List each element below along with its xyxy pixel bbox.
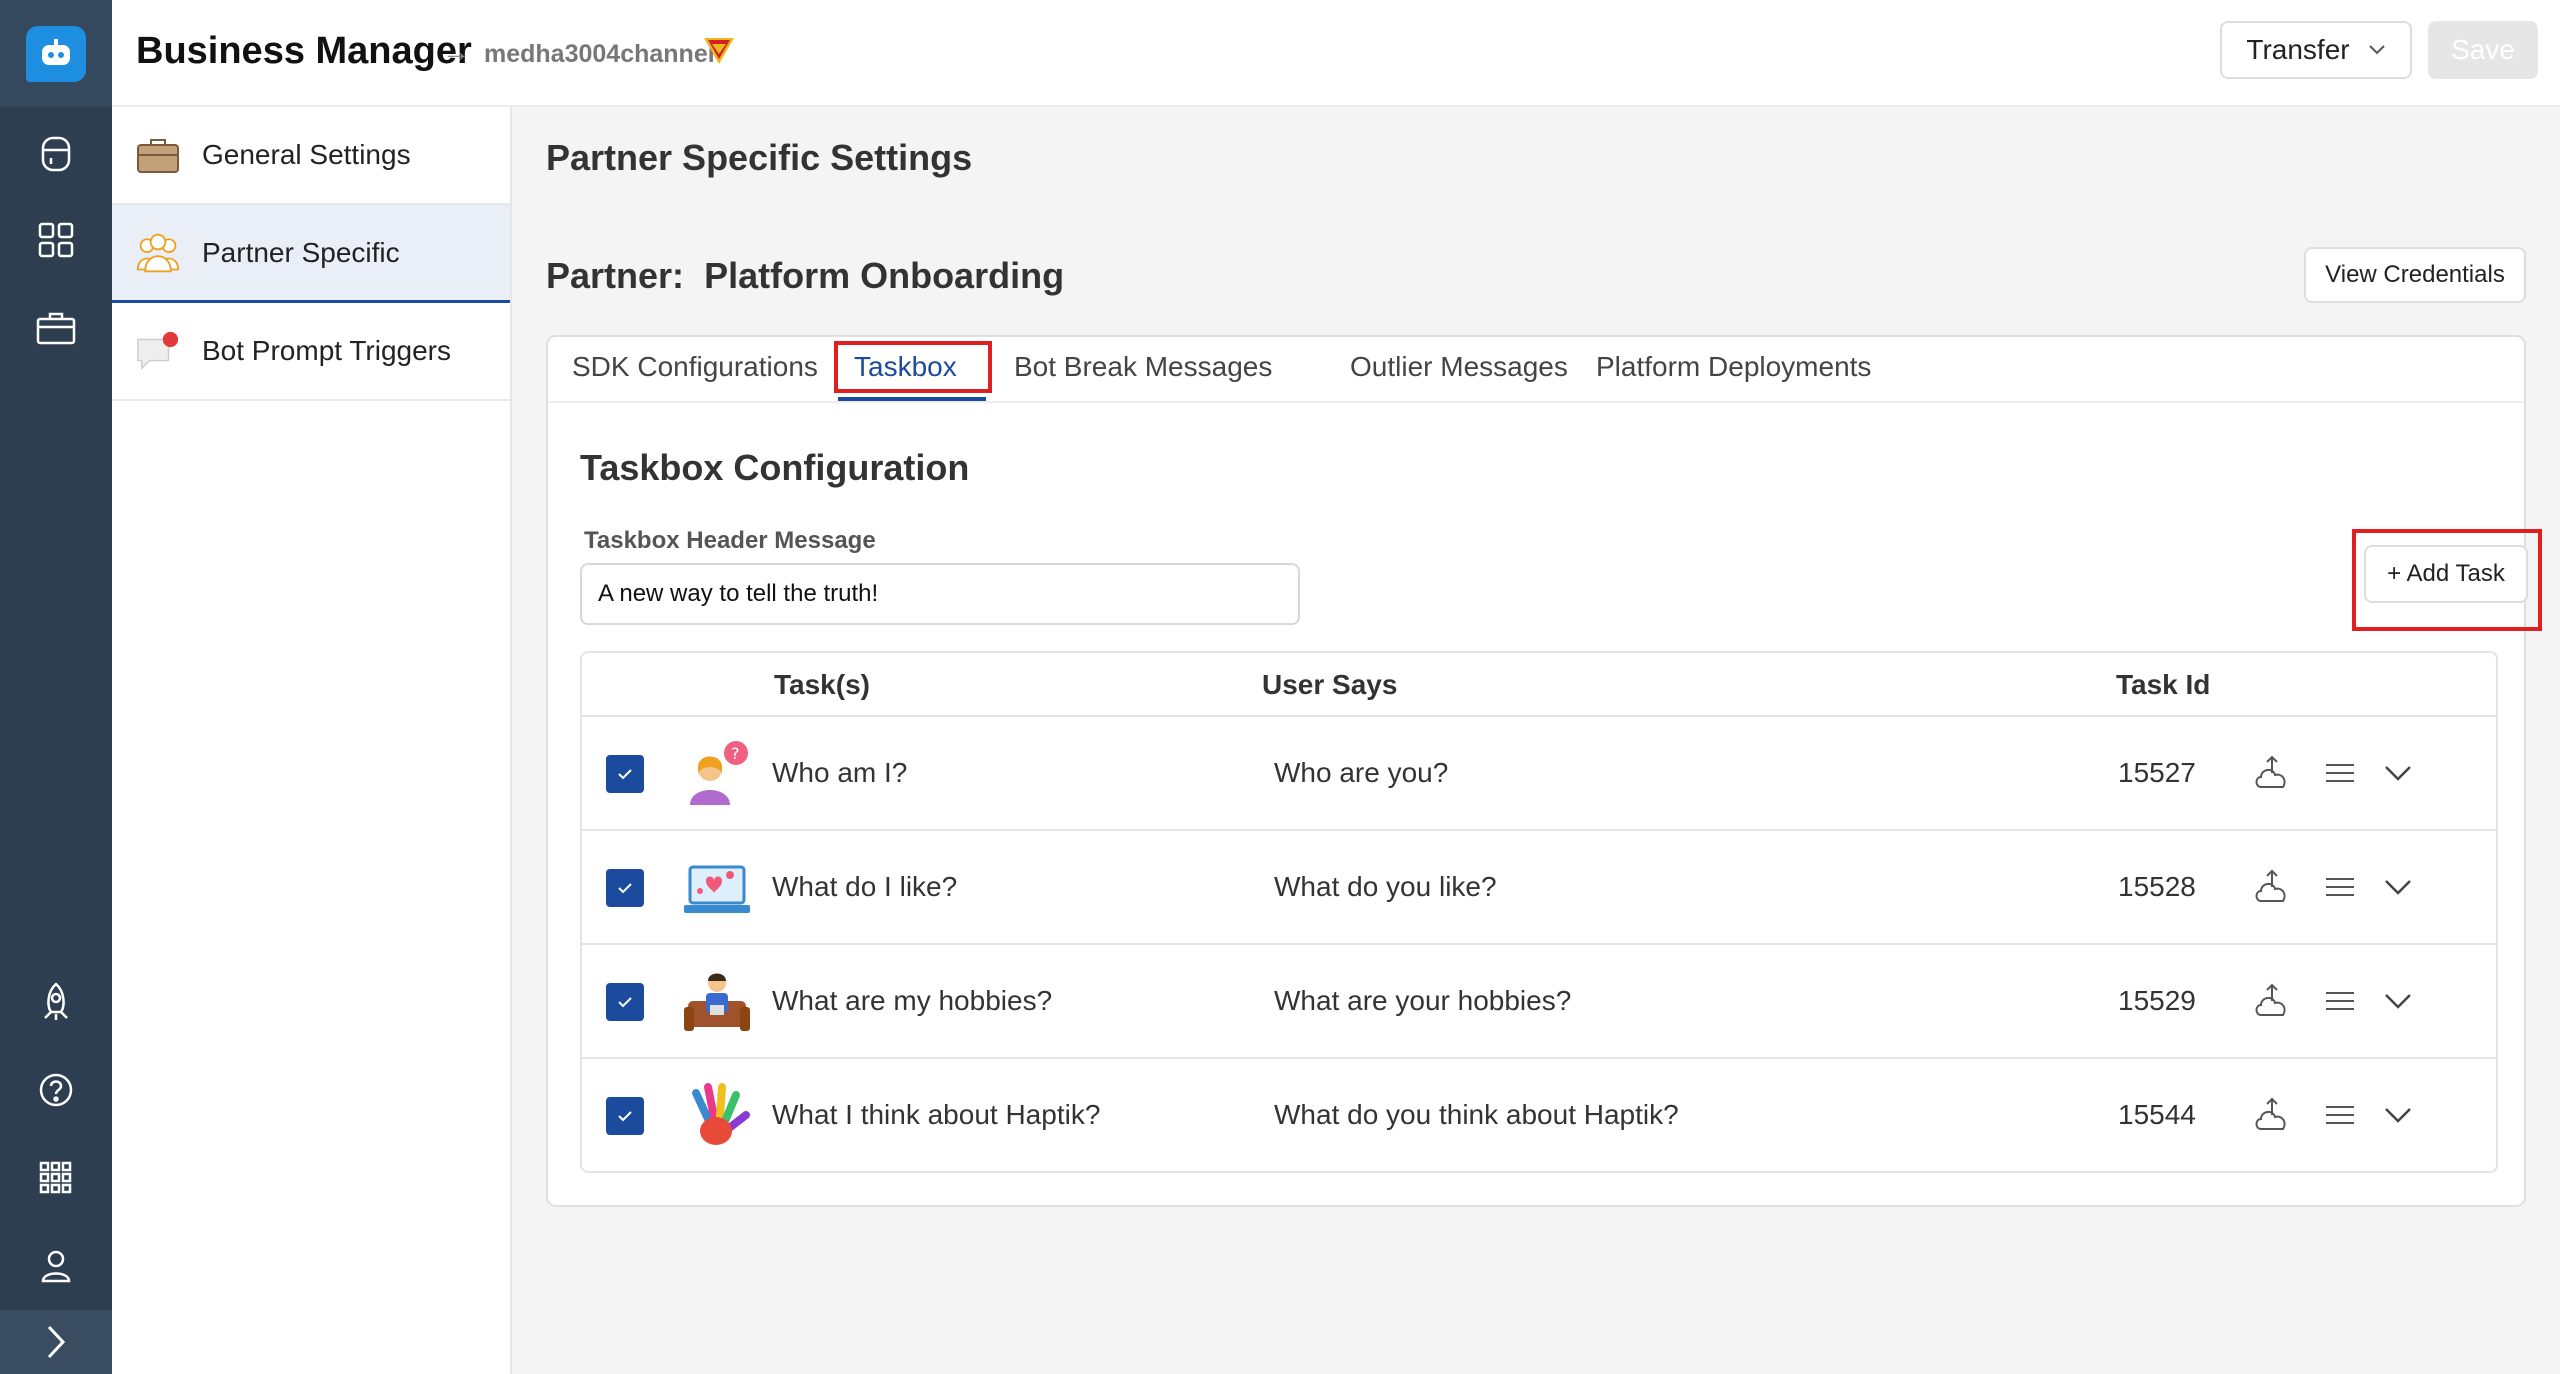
sidebar-item-label: Partner Specific [202, 236, 400, 268]
checkmark-icon [618, 883, 632, 894]
left-rail [0, 0, 112, 1374]
drag-handle-icon[interactable] [2318, 979, 2362, 1023]
expand-icon [47, 1325, 66, 1359]
table-row[interactable]: ? Who am I? Who are you? 15527 [582, 717, 2496, 831]
header-message-label: Taskbox Header Message [584, 527, 876, 554]
sidebar-item-label: General Settings [202, 139, 411, 170]
tab-bar: SDK Configurations Taskbox Bot Break Mes… [548, 337, 2524, 403]
sidebar-item-bot-prompt-triggers[interactable]: Bot Prompt Triggers [112, 303, 510, 401]
partner-settings-card: SDK Configurations Taskbox Bot Break Mes… [546, 335, 2542, 1207]
task-name: What I think about Haptik? [772, 1099, 1101, 1130]
chevron-down-icon[interactable] [2376, 751, 2420, 795]
people-icon [136, 231, 180, 275]
sidebar-item-label: Bot Prompt Triggers [202, 335, 451, 366]
task-id: 15528 [2118, 871, 2196, 902]
logo-area[interactable] [0, 0, 112, 107]
svg-text:?: ? [731, 744, 740, 763]
user-says: What do you think about Haptik? [1274, 1099, 1679, 1130]
tab-platform-deployments[interactable]: Platform Deployments [1596, 351, 1871, 383]
superhero-icon [702, 36, 736, 71]
tab-outlier-messages[interactable]: Outlier Messages [1350, 351, 1568, 383]
task-checkbox[interactable] [606, 983, 644, 1021]
chevron-down-icon[interactable] [2376, 865, 2420, 909]
help-icon[interactable] [36, 1070, 76, 1110]
chevron-down-icon[interactable] [2376, 1093, 2420, 1137]
checkmark-icon [618, 769, 632, 780]
settings-sidebar: General Settings Partner Specific Bot Pr… [112, 107, 512, 1374]
column-header-task-id: Task Id [2116, 669, 2211, 700]
task-name: What are my hobbies? [772, 985, 1053, 1016]
bot-logo-icon[interactable] [26, 25, 86, 82]
task-name: What do I like? [772, 871, 958, 902]
drag-handle-icon[interactable] [2318, 865, 2362, 909]
upload-cloud-icon[interactable] [2250, 865, 2294, 909]
tasks-table: Task(s) User Says Task Id ? Who am I? Wh… [580, 651, 2498, 1173]
rocket-icon[interactable] [36, 982, 76, 1022]
user-says: Who are you? [1274, 757, 1449, 788]
tab-sdk-configurations[interactable]: SDK Configurations [572, 351, 818, 383]
sidebar-item-partner-specific[interactable]: Partner Specific [112, 205, 510, 303]
top-header: Business Manager → medha3004channel Tran… [112, 0, 2560, 107]
briefcase-icon [136, 133, 180, 177]
user-says: What are your hobbies? [1274, 985, 1572, 1016]
active-tab-indicator [838, 397, 986, 401]
upload-cloud-icon[interactable] [2250, 751, 2294, 795]
task-id: 15529 [2118, 985, 2196, 1016]
breadcrumb-arrow: → [442, 36, 470, 67]
section-title: Taskbox Configuration [580, 447, 970, 488]
user-says: What do you like? [1274, 871, 1497, 902]
channel-name[interactable]: medha3004channel [484, 40, 715, 69]
column-header-user-says: User Says [1262, 669, 1398, 700]
user-icon[interactable] [36, 1246, 76, 1286]
header-message-input[interactable] [580, 563, 1300, 625]
chat-bubble-icon [136, 329, 180, 373]
task-id: 15544 [2118, 1099, 2196, 1130]
transfer-label: Transfer [2246, 34, 2350, 65]
add-task-button[interactable]: + Add Task [2364, 545, 2528, 603]
partner-heading: Partner: Platform Onboarding [546, 255, 1064, 297]
person-question-icon: ? [682, 739, 752, 809]
page-title: Partner Specific Settings [546, 137, 973, 178]
checkmark-icon [618, 997, 632, 1008]
drag-handle-icon[interactable] [2318, 1093, 2362, 1137]
colorful-hand-icon [682, 1081, 752, 1151]
laptop-hearts-icon [682, 853, 752, 923]
expand-sidebar-button[interactable] [0, 1310, 112, 1374]
task-id: 15527 [2118, 757, 2196, 788]
partner-name: Platform Onboarding [704, 255, 1065, 296]
drag-handle-icon[interactable] [2318, 751, 2362, 795]
task-checkbox[interactable] [606, 1097, 644, 1135]
task-name: Who am I? [772, 757, 908, 788]
taskbox-tab-highlight [834, 341, 992, 393]
table-row[interactable]: What are my hobbies? What are your hobbi… [582, 945, 2496, 1059]
tab-bot-break-messages[interactable]: Bot Break Messages [1014, 351, 1272, 383]
column-header-tasks: Task(s) [774, 669, 870, 700]
app-title: Business Manager [136, 30, 472, 72]
apps-icon[interactable] [36, 1158, 76, 1198]
table-row[interactable]: What I think about Haptik? What do you t… [582, 1059, 2496, 1173]
checkmark-icon [618, 1111, 632, 1122]
table-header: Task(s) User Says Task Id [582, 653, 2496, 717]
chevron-down-icon [2368, 45, 2385, 55]
person-couch-icon [682, 967, 752, 1037]
table-row[interactable]: What do I like? What do you like? 15528 [582, 831, 2496, 945]
task-checkbox[interactable] [606, 755, 644, 793]
view-credentials-button[interactable]: View Credentials [2304, 247, 2526, 303]
task-checkbox[interactable] [606, 869, 644, 907]
briefcase-icon[interactable] [36, 308, 76, 348]
chevron-down-icon[interactable] [2376, 979, 2420, 1023]
database-icon[interactable] [36, 134, 76, 174]
main-content: Partner Specific Settings Partner: Platf… [514, 107, 2560, 1374]
upload-cloud-icon[interactable] [2250, 1093, 2294, 1137]
partner-prefix: Partner: [546, 255, 685, 296]
grid-icon[interactable] [36, 220, 76, 260]
save-button[interactable]: Save [2428, 21, 2538, 79]
upload-cloud-icon[interactable] [2250, 979, 2294, 1023]
sidebar-item-general-settings[interactable]: General Settings [112, 107, 510, 205]
transfer-button[interactable]: Transfer [2220, 21, 2412, 79]
